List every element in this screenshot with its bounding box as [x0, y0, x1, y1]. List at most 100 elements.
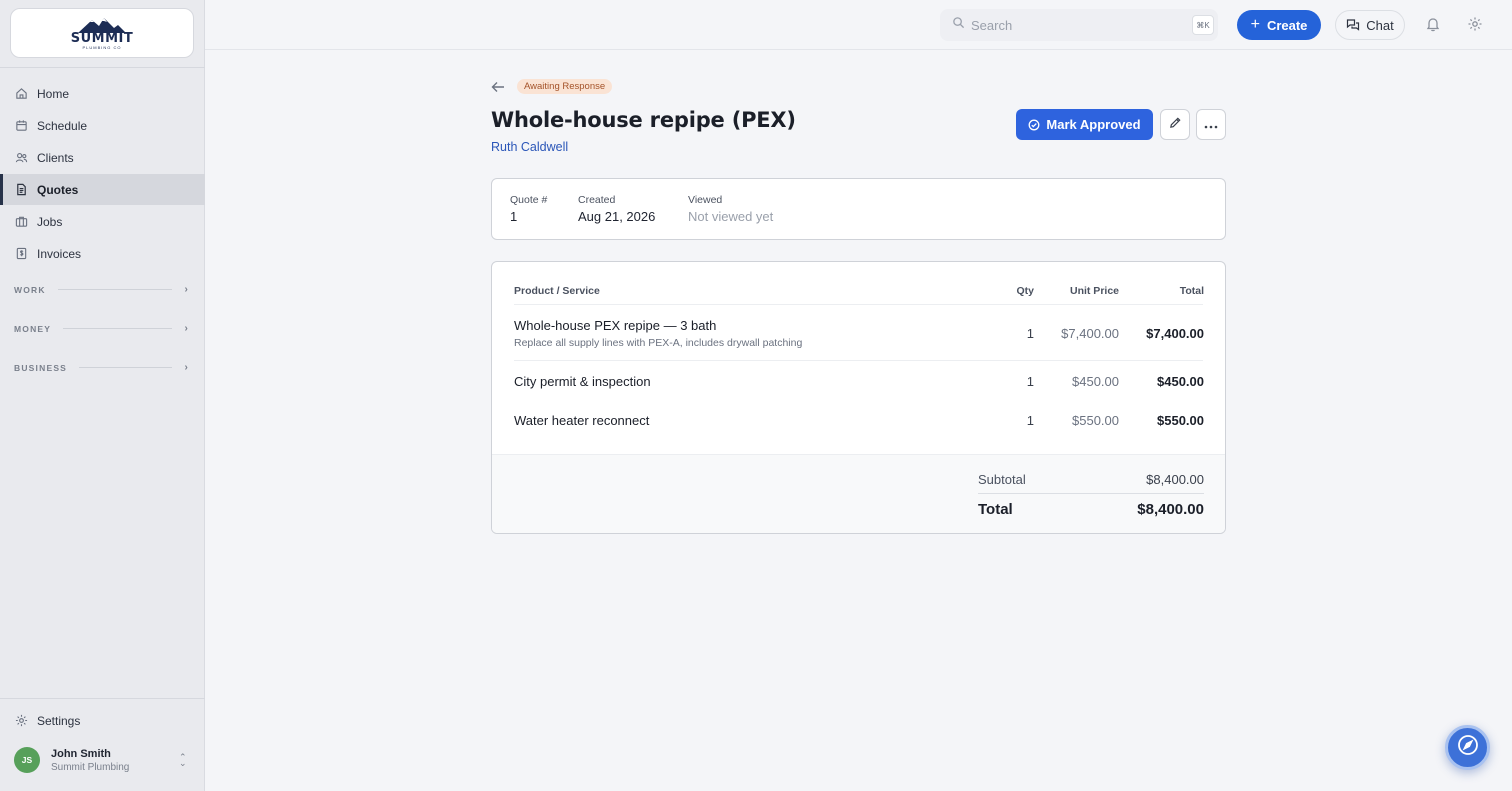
sidebar-item-clients[interactable]: Clients	[0, 142, 205, 173]
calendar-icon	[14, 119, 28, 133]
pencil-icon	[1169, 116, 1182, 134]
quote-number-value: 1	[510, 209, 518, 224]
sidebar-item-label: Clients	[37, 150, 74, 165]
sidebar-item-invoices[interactable]: Invoices	[0, 238, 205, 269]
sidebar: SUMMIT PLUMBING CO Home Schedule Clients…	[0, 0, 205, 791]
page-title: Whole-house repipe (PEX)	[491, 108, 796, 132]
edit-button[interactable]	[1160, 109, 1190, 140]
user-menu[interactable]: JS John Smith Summit Plumbing	[14, 747, 129, 773]
item-total: $450.00	[1157, 374, 1204, 389]
search-shortcut: ⌘K	[1192, 15, 1214, 35]
mark-approved-button[interactable]: Mark Approved	[1016, 109, 1153, 140]
section-divider	[79, 367, 173, 368]
sidebar-divider	[0, 67, 205, 68]
quote-meta-card: Quote # 1 Created Aug 21, 2026 Viewed No…	[491, 178, 1226, 240]
compass-assistant-button[interactable]	[1445, 725, 1490, 770]
sidebar-divider	[0, 698, 205, 699]
item-name: City permit & inspection	[514, 374, 651, 389]
chat-icon	[1346, 18, 1360, 32]
brand-tagline: PLUMBING CO	[82, 44, 122, 50]
created-field: Created Aug 21, 2026	[578, 194, 655, 224]
viewed-value: Not viewed yet	[688, 209, 774, 224]
table-header-divider	[514, 304, 1203, 305]
sidebar-item-label: Invoices	[37, 246, 82, 261]
briefcase-icon	[14, 215, 28, 229]
create-button[interactable]: + Create	[1237, 10, 1321, 40]
quote-number-label: Quote #	[510, 194, 548, 206]
sidebar-item-quotes[interactable]: Quotes	[0, 174, 205, 205]
chevron-right-icon: ›	[184, 362, 189, 373]
sidebar-item-label: Jobs	[37, 214, 63, 229]
section-label: MONEY	[14, 323, 52, 334]
chevron-updown-icon[interactable]: ⌃ ⌄	[179, 753, 187, 768]
item-description: Replace all supply lines with PEX-A, inc…	[514, 337, 803, 349]
invoice-icon	[14, 247, 28, 261]
item-total: $7,400.00	[1146, 326, 1204, 341]
gear-icon	[14, 714, 28, 728]
total-label: Total	[978, 501, 1013, 518]
sidebar-item-jobs[interactable]: Jobs	[0, 206, 205, 237]
user-org: Summit Plumbing	[51, 761, 130, 773]
sidebar-item-label: Quotes	[37, 182, 79, 197]
column-header-unit-price: Unit Price	[1069, 285, 1119, 297]
column-header-total: Total	[1179, 285, 1204, 297]
create-button-label: Create	[1266, 17, 1308, 33]
column-header-product: Product / Service	[514, 285, 600, 297]
compass-icon	[1456, 733, 1480, 762]
totals-section: Subtotal $8,400.00 Total $8,400.00	[492, 454, 1225, 533]
section-label: BUSINESS	[14, 362, 68, 373]
viewed-label: Viewed	[688, 194, 723, 206]
chevron-right-icon: ›	[184, 323, 189, 334]
brand-name: SUMMIT	[70, 30, 134, 46]
bell-icon[interactable]	[1425, 16, 1441, 37]
chat-button[interactable]: Chat	[1335, 10, 1405, 40]
row-divider	[514, 360, 1203, 361]
line-items-card: Product / Service Qty Unit Price Total W…	[491, 261, 1226, 534]
sidebar-item-label: Settings	[37, 713, 81, 728]
search-icon	[952, 16, 965, 34]
settings-gear-icon[interactable]	[1467, 16, 1483, 37]
avatar: JS	[14, 747, 40, 773]
created-value: Aug 21, 2026	[578, 209, 656, 224]
item-total: $550.00	[1157, 413, 1204, 428]
viewed-field: Viewed Not viewed yet	[688, 194, 773, 224]
sidebar-item-schedule[interactable]: Schedule	[0, 110, 205, 141]
check-circle-icon	[1028, 119, 1040, 131]
item-unit-price: $450.00	[1072, 374, 1119, 389]
subtotal-label: Subtotal	[978, 472, 1026, 487]
back-arrow-icon[interactable]	[491, 80, 505, 96]
subtotal-value: $8,400.00	[1146, 472, 1204, 487]
user-name: John Smith	[51, 747, 111, 760]
item-name: Water heater reconnect	[514, 413, 650, 428]
brand-logo[interactable]: SUMMIT PLUMBING CO	[10, 8, 194, 58]
mark-approved-label: Mark Approved	[1046, 117, 1141, 132]
quote-number-field: Quote # 1	[510, 194, 547, 224]
sidebar-item-label: Home	[37, 86, 70, 101]
chat-button-label: Chat	[1366, 17, 1394, 33]
sidebar-nav: Home Schedule Clients Quotes Jobs Invoic…	[0, 78, 205, 387]
ellipsis-icon	[1204, 116, 1218, 134]
document-icon	[14, 183, 28, 197]
sidebar-item-settings[interactable]: Settings	[0, 705, 205, 736]
item-unit-price: $7,400.00	[1061, 326, 1119, 341]
status-badge: Awaiting Response	[517, 79, 613, 94]
section-divider	[63, 328, 173, 329]
more-options-button[interactable]	[1196, 109, 1226, 140]
users-icon	[14, 151, 28, 165]
item-name: Whole-house PEX repipe — 3 bath	[514, 318, 717, 333]
total-value: $8,400.00	[1137, 501, 1204, 518]
totals-divider	[978, 493, 1204, 494]
section-work[interactable]: WORK ›	[0, 270, 205, 309]
search-input[interactable]	[971, 17, 1171, 33]
client-link[interactable]: Ruth Caldwell	[491, 140, 568, 154]
section-divider	[57, 289, 173, 290]
section-business[interactable]: BUSINESS ›	[0, 348, 205, 387]
item-unit-price: $550.00	[1072, 413, 1119, 428]
plus-icon: +	[1250, 16, 1260, 33]
sidebar-item-home[interactable]: Home	[0, 78, 205, 109]
section-label: WORK	[14, 284, 46, 295]
search-box[interactable]: ⌘K	[940, 9, 1218, 41]
section-money[interactable]: MONEY ›	[0, 309, 205, 348]
created-label: Created	[578, 194, 616, 206]
sidebar-item-label: Schedule	[37, 118, 88, 133]
